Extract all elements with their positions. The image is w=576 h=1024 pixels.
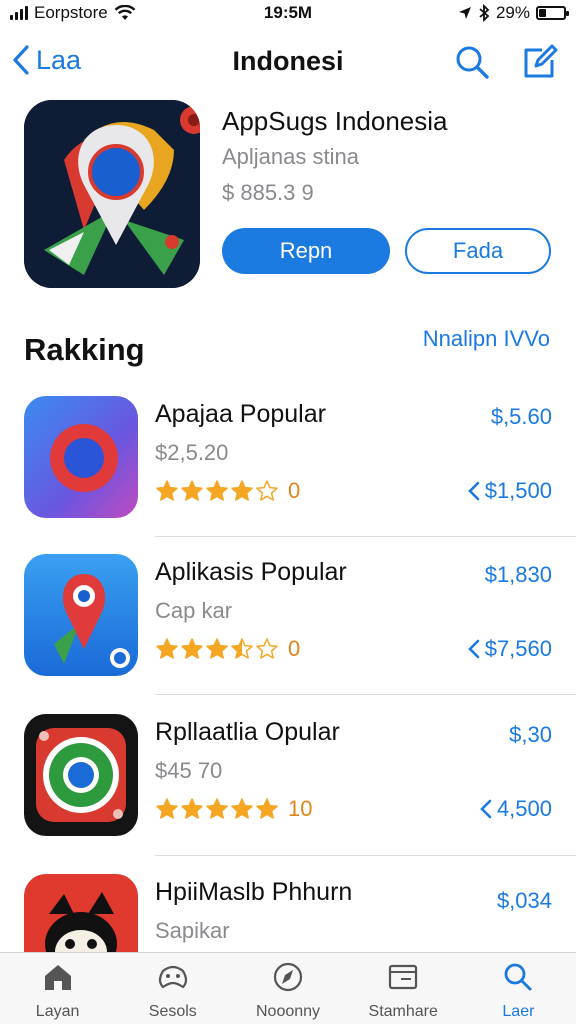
back-label: Laa — [36, 44, 82, 75]
star-rating: 0 — [155, 636, 300, 662]
compose-icon[interactable] — [520, 42, 560, 82]
rating-count: 10 — [288, 796, 313, 821]
app-row[interactable]: HpiiMaslb Phhurn Sapikar $,034 — [0, 874, 576, 952]
carrier-label: Eorpstore — [34, 3, 108, 22]
signal-icon — [10, 6, 28, 20]
featured-app-title: AppSugs Indonesia — [222, 106, 448, 136]
secondary-button[interactable]: Fada — [405, 228, 551, 274]
browser-window-icon — [389, 964, 418, 990]
app-row[interactable]: Apajaa Popular $2,5.20 0 $,5.60 $1,500 — [0, 396, 576, 554]
tab-label: Laer — [502, 1003, 535, 1020]
star-filled-icon — [156, 480, 178, 501]
home-icon — [44, 965, 71, 990]
app-price: $,30 — [509, 722, 552, 747]
star-rating: 0 — [155, 478, 300, 504]
tab-label: Layan — [35, 1003, 80, 1020]
app-subtitle: Cap kar — [155, 598, 233, 623]
status-bar: Eorpstore 19:5M 29% — [0, 0, 576, 26]
app-icon — [24, 396, 138, 518]
star-half-icon — [231, 638, 253, 659]
star-filled-icon — [231, 798, 253, 819]
row-divider — [155, 694, 576, 695]
navigation-bar: Laa Indonesi — [0, 36, 576, 86]
app-subtitle: $45 70 — [155, 758, 223, 783]
star-filled-icon — [206, 638, 228, 659]
app-action-button[interactable]: $1,500 — [467, 478, 552, 504]
get-button[interactable]: Repn — [222, 228, 390, 274]
app-action-label: 4,500 — [496, 796, 552, 821]
map-pin-logo-icon — [24, 554, 138, 676]
app-icon — [24, 714, 138, 836]
star-filled-icon — [181, 798, 203, 819]
wifi-icon — [114, 5, 136, 20]
see-all-link[interactable]: Nnalipn IVVo — [423, 326, 550, 352]
star-empty-icon — [256, 638, 278, 659]
tab-discover[interactable]: Nooonny — [230, 953, 345, 1024]
app-subtitle: Sapikar — [155, 918, 230, 943]
star-empty-icon — [256, 480, 278, 501]
tab-label: Stamhare — [368, 1003, 438, 1020]
rating-count: 0 — [288, 478, 301, 503]
tab-label: Sesols — [148, 1003, 197, 1020]
app-icon — [24, 554, 138, 676]
tab-games[interactable]: Sesols — [115, 953, 230, 1024]
featured-app-subtitle: Apljanas stina — [222, 144, 359, 169]
bluetooth-icon — [479, 4, 490, 22]
app-name: HpiiMaslb Phhurn — [155, 878, 353, 906]
app-row[interactable]: Rpllaatlia Opular $45 70 10 $,30 4,500 — [0, 714, 576, 872]
row-divider — [155, 536, 576, 537]
app-action-label: $1,500 — [484, 478, 552, 503]
tab-bar: Layan Sesols Nooonny Stamhare Laer — [0, 952, 576, 1024]
app-icon — [24, 874, 138, 952]
battery-percent: 29% — [495, 3, 530, 22]
chevron-left-icon — [13, 45, 29, 75]
star-filled-icon — [256, 798, 278, 819]
chevron-left-icon — [467, 481, 480, 501]
tab-search[interactable]: Laer — [461, 953, 576, 1024]
chevron-left-icon — [467, 639, 480, 659]
compass-icon — [273, 962, 303, 992]
location-arrow-icon — [458, 7, 471, 19]
featured-app-price: $ 885.3 9 — [222, 180, 314, 205]
star-filled-icon — [156, 638, 178, 659]
battery-icon — [536, 6, 569, 20]
star-filled-icon — [156, 798, 178, 819]
star-filled-icon — [181, 480, 203, 501]
app-name: Apajaa Popular — [155, 400, 326, 428]
browser-logo-icon — [24, 714, 138, 836]
star-filled-icon — [181, 638, 203, 659]
app-subtitle: $2,5.20 — [155, 440, 229, 465]
app-price: $,034 — [496, 888, 552, 913]
app-name: Aplikasis Popular — [155, 558, 347, 586]
tab-share[interactable]: Stamhare — [346, 953, 461, 1024]
status-time: 19:5M — [263, 3, 313, 22]
app-row[interactable]: Aplikasis Popular Cap kar 0 $1,830 $7,56… — [0, 554, 576, 712]
tab-home[interactable]: Layan — [0, 953, 115, 1024]
app-price: $1,830 — [484, 562, 552, 587]
browser-logo-icon — [24, 396, 138, 518]
star-filled-icon — [206, 480, 228, 501]
tab-label: Nooonny — [255, 1003, 321, 1020]
game-controller-icon — [158, 965, 187, 989]
app-action-button[interactable]: $7,560 — [467, 636, 552, 662]
back-button[interactable]: Laa — [10, 44, 81, 76]
search-icon — [505, 963, 532, 991]
featured-app-icon[interactable] — [24, 100, 200, 288]
section-title: Rakking — [24, 332, 145, 367]
app-action-button[interactable]: 4,500 — [479, 796, 552, 822]
app-price: $,5.60 — [490, 404, 552, 429]
mascot-logo-icon — [24, 874, 138, 952]
search-icon[interactable] — [452, 42, 492, 82]
star-rating: 10 — [155, 796, 312, 822]
row-divider — [155, 855, 576, 856]
rating-count: 0 — [288, 636, 301, 661]
app-name: Rpllaatlia Opular — [155, 718, 340, 746]
star-filled-icon — [231, 480, 253, 501]
chevron-left-icon — [480, 799, 492, 819]
star-filled-icon — [206, 798, 228, 819]
map-pin-logo-icon — [24, 100, 200, 288]
app-action-label: $7,560 — [484, 636, 552, 661]
